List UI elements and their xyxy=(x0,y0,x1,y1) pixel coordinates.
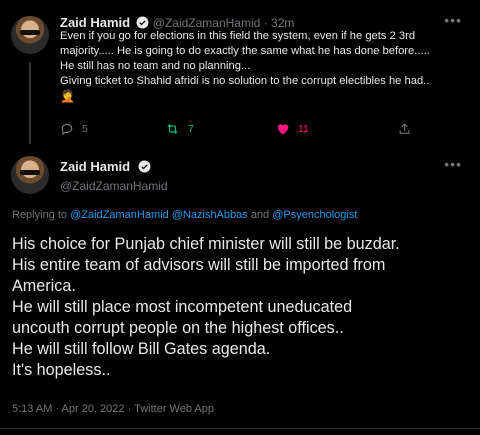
verified-icon xyxy=(138,160,150,173)
reply-button[interactable]: 5 xyxy=(60,122,88,136)
author-handle[interactable]: @ZaidZamanHamid xyxy=(60,179,168,193)
author-name[interactable]: Zaid Hamid xyxy=(60,159,130,174)
tweet-metadata[interactable]: 5:13 AM · Apr 20, 2022 · Twitter Web App xyxy=(12,403,214,415)
tweet-line: Even if you go for elections in this fie… xyxy=(60,30,416,42)
tweet-line: He will still follow Bill Gates agenda. xyxy=(12,340,271,358)
tweet-line: It's hopeless.. xyxy=(12,361,111,379)
retweet-count: 7 xyxy=(188,123,194,135)
author-name[interactable]: Zaid Hamid xyxy=(60,15,130,30)
tweet-text: Even if you go for elections in this fie… xyxy=(60,29,470,104)
thread-line xyxy=(29,62,31,144)
mention-link[interactable]: @ZaidZamanHamid xyxy=(70,209,169,221)
reply-count: 5 xyxy=(82,123,88,135)
and-text: and xyxy=(250,209,270,221)
retweet-button[interactable]: 7 xyxy=(165,122,194,136)
tweet-line: He still has no team and no planning... xyxy=(60,60,251,72)
replying-to: Replying to @ZaidZamanHamid @NazishAbbas… xyxy=(12,209,357,221)
verified-icon xyxy=(136,16,149,29)
tweet-line: Giving ticket to Shahid afridi is no sol… xyxy=(60,75,430,87)
avatar[interactable] xyxy=(11,156,49,194)
mention-link[interactable]: @NazishAbbas xyxy=(172,209,248,221)
share-button[interactable] xyxy=(398,122,411,136)
more-options-icon[interactable]: ••• xyxy=(444,156,462,172)
tweet2-author: Zaid Hamid @ZaidZamanHamid xyxy=(60,158,168,193)
mention-link[interactable]: @Psyenchologist xyxy=(272,209,357,221)
timestamp[interactable]: 32m xyxy=(271,16,294,30)
separator: · xyxy=(263,16,268,30)
tweet1-header: Zaid Hamid @ZaidZamanHamid · 32m xyxy=(60,15,294,30)
tweet-line: uncouth corrupt people on the highest of… xyxy=(12,319,344,337)
tweet-line: majority..... He is going to do exactly … xyxy=(60,45,430,57)
like-button[interactable]: 11 xyxy=(276,122,309,135)
facepalm-emoji: 🤦 xyxy=(60,89,75,103)
tweet-text: His choice for Punjab chief minister wil… xyxy=(12,234,472,381)
avatar[interactable] xyxy=(11,16,49,54)
heart-icon xyxy=(277,124,289,135)
replying-prefix: Replying to xyxy=(12,209,68,221)
retweet-icon xyxy=(167,124,178,134)
tweet-line: America. xyxy=(12,277,76,295)
like-count: 11 xyxy=(298,122,309,135)
tweet-line: He will still place most incompetent une… xyxy=(12,298,353,316)
author-handle[interactable]: @ZaidZamanHamid xyxy=(153,16,261,30)
divider xyxy=(0,428,480,429)
reply-icon xyxy=(61,123,73,136)
tweet-line: His entire team of advisors will still b… xyxy=(12,256,386,274)
share-icon xyxy=(399,123,410,134)
tweet-line: His choice for Punjab chief minister wil… xyxy=(12,235,400,253)
more-options-icon[interactable]: ••• xyxy=(444,12,462,28)
